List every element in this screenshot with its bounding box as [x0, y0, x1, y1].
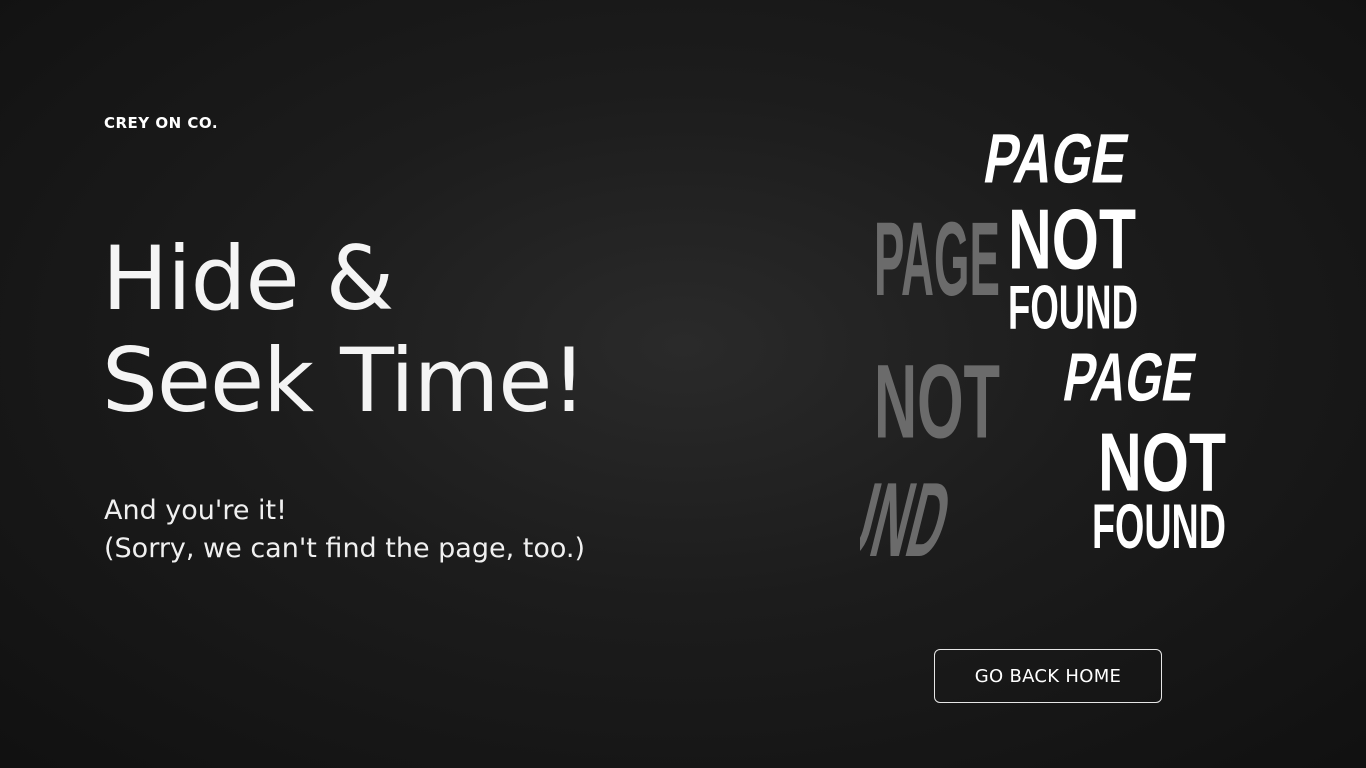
front-top-word-found: FOUND — [1008, 272, 1138, 342]
front-bottom-word-found: FOUND — [1092, 491, 1226, 562]
front-bottom-word-page: PAGE — [1058, 340, 1201, 416]
go-back-home-button[interactable]: GO BACK HOME — [934, 649, 1162, 703]
message-line-2: (Sorry, we can't find the page, too.) — [104, 533, 586, 564]
error-message: And you're it! (Sorry, we can't find the… — [104, 492, 585, 568]
headline-line-1: Hide & — [102, 227, 394, 330]
brand-logo[interactable]: CREY ON CO. — [104, 114, 218, 132]
back-word-found: FOUND — [860, 462, 961, 579]
page-not-found-artwork: PAGE NOT FOUND PAGE NOT FOUND PAGE NOT F… — [860, 110, 1260, 580]
page-not-found-graphic: PAGE NOT FOUND PAGE NOT FOUND PAGE NOT F… — [860, 119, 1226, 579]
headline-line-2: Seek Time! — [102, 329, 587, 432]
front-text-group-bottom: PAGE NOT FOUND — [1058, 340, 1226, 563]
front-top-word-page: PAGE — [979, 119, 1135, 198]
page-headline: Hide & Seek Time! — [102, 227, 587, 432]
back-word-page: PAGE — [874, 201, 1000, 318]
back-text-group: PAGE NOT FOUND — [860, 201, 1000, 579]
front-text-group-top: PAGE NOT FOUND — [979, 119, 1138, 342]
message-line-1: And you're it! — [104, 495, 287, 526]
back-word-not: NOT — [874, 344, 1000, 461]
